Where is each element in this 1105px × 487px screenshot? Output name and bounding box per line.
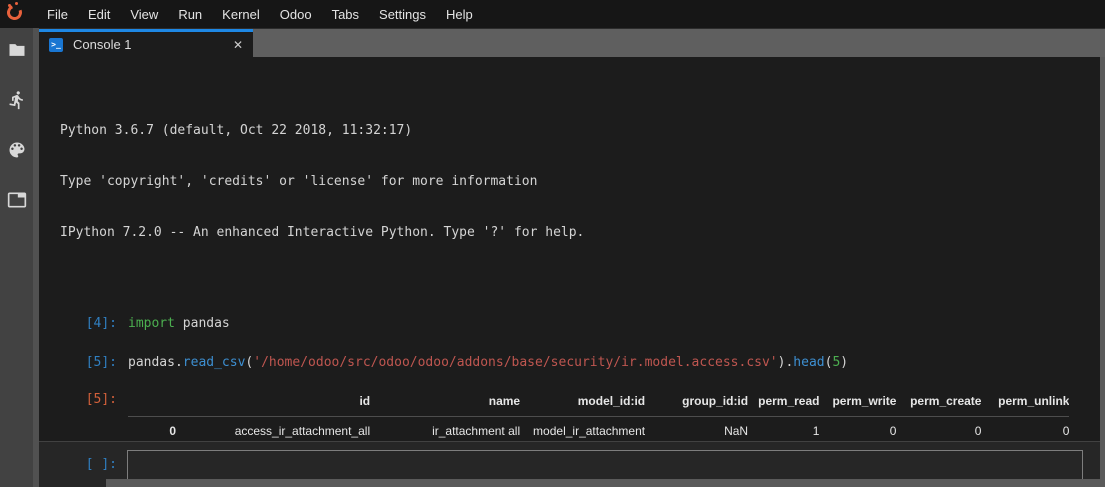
column-header: perm_write [819,387,896,417]
menu-items: FileEditViewRunKernelOdooTabsSettingsHel… [37,1,483,28]
code-line: pandas.read_csv('/home/odoo/src/odoo/odo… [128,354,848,371]
console-icon: >_ [49,38,63,52]
cell: model_ir_attachment [520,417,645,442]
console-panel: Python 3.6.7 (default, Oct 22 2018, 11:3… [39,57,1105,487]
logo-dot [8,4,11,7]
menu-item-edit[interactable]: Edit [78,1,120,28]
cell: 1 [748,417,819,442]
input-cell-5: [5]: pandas.read_csv('/home/odoo/src/odo… [39,354,1105,371]
left-sidebar [0,28,33,487]
input-prompt: [4]: [81,315,117,332]
tab-console-1[interactable]: >_ Console 1 ✕ [39,29,253,57]
odoo-sh-logo-icon [0,0,33,28]
column-header [128,387,176,417]
right-scrollbar[interactable] [1100,57,1105,487]
main-area: >_ Console 1 ✕ Python 3.6.7 (default, Oc… [0,28,1105,487]
tab-bar: >_ Console 1 ✕ [39,28,1105,57]
banner-line: Type 'copyright', 'credits' or 'license'… [60,173,1105,190]
close-icon[interactable]: ✕ [233,38,243,52]
menu-item-kernel[interactable]: Kernel [212,1,270,28]
cell: access_ir_attachment_all [176,417,370,442]
menu-item-run[interactable]: Run [168,1,212,28]
column-header: group_id:id [645,387,748,417]
table-header-row: idnamemodel_id:idgroup_id:idperm_readper… [128,387,1069,417]
code-line: import pandas [128,315,230,332]
logo-dot [15,2,18,5]
menu-item-tabs[interactable]: Tabs [322,1,369,28]
menu-item-file[interactable]: File [37,1,78,28]
row-index: 0 [128,417,176,442]
empty-input-prompt: [ ]: [81,457,117,472]
cell: ir_attachment all [370,417,520,442]
column-header: perm_read [748,387,819,417]
banner-line: Python 3.6.7 (default, Oct 22 2018, 11:3… [60,122,1105,139]
console-scroll-area: Python 3.6.7 (default, Oct 22 2018, 11:3… [39,57,1105,441]
cell: NaN [645,417,748,442]
code-input[interactable] [127,450,1083,480]
file-browser-icon[interactable] [7,40,27,60]
output-cell-5: [5]: idnamemodel_id:idgroup_id:idperm_re… [39,386,1105,441]
jupyterlab-window: FileEditViewRunKernelOdooTabsSettingsHel… [0,0,1105,487]
input-prompt: [5]: [81,354,117,371]
column-header: id [176,387,370,417]
output-prompt: [5]: [81,386,117,408]
cell: 0 [896,417,981,442]
column-header: model_id:id [520,387,645,417]
tab-label: Console 1 [73,37,223,52]
open-tabs-icon[interactable] [7,190,27,210]
menu-item-settings[interactable]: Settings [369,1,436,28]
running-sessions-icon[interactable] [7,90,27,110]
menu-bar: FileEditViewRunKernelOdooTabsSettingsHel… [0,0,1105,28]
access-table: idnamemodel_id:idgroup_id:idperm_readper… [128,387,1069,441]
table-row: 0access_ir_attachment_allir_attachment a… [128,417,1069,442]
cell: 0 [819,417,896,442]
input-cell-4: [4]: import pandas [39,315,1105,332]
column-header: name [370,387,520,417]
kernel-banner: Python 3.6.7 (default, Oct 22 2018, 11:3… [39,88,1105,275]
column-header: perm_unlink [981,387,1069,417]
command-palette-icon[interactable] [7,140,27,160]
bottom-border [106,479,1105,487]
menu-item-help[interactable]: Help [436,1,483,28]
column-header: perm_create [896,387,981,417]
banner-line: IPython 7.2.0 -- An enhanced Interactive… [60,224,1105,241]
menu-item-odoo[interactable]: Odoo [270,1,322,28]
menu-item-view[interactable]: View [120,1,168,28]
dock-panel: >_ Console 1 ✕ Python 3.6.7 (default, Oc… [39,28,1105,487]
cell: 0 [981,417,1069,442]
